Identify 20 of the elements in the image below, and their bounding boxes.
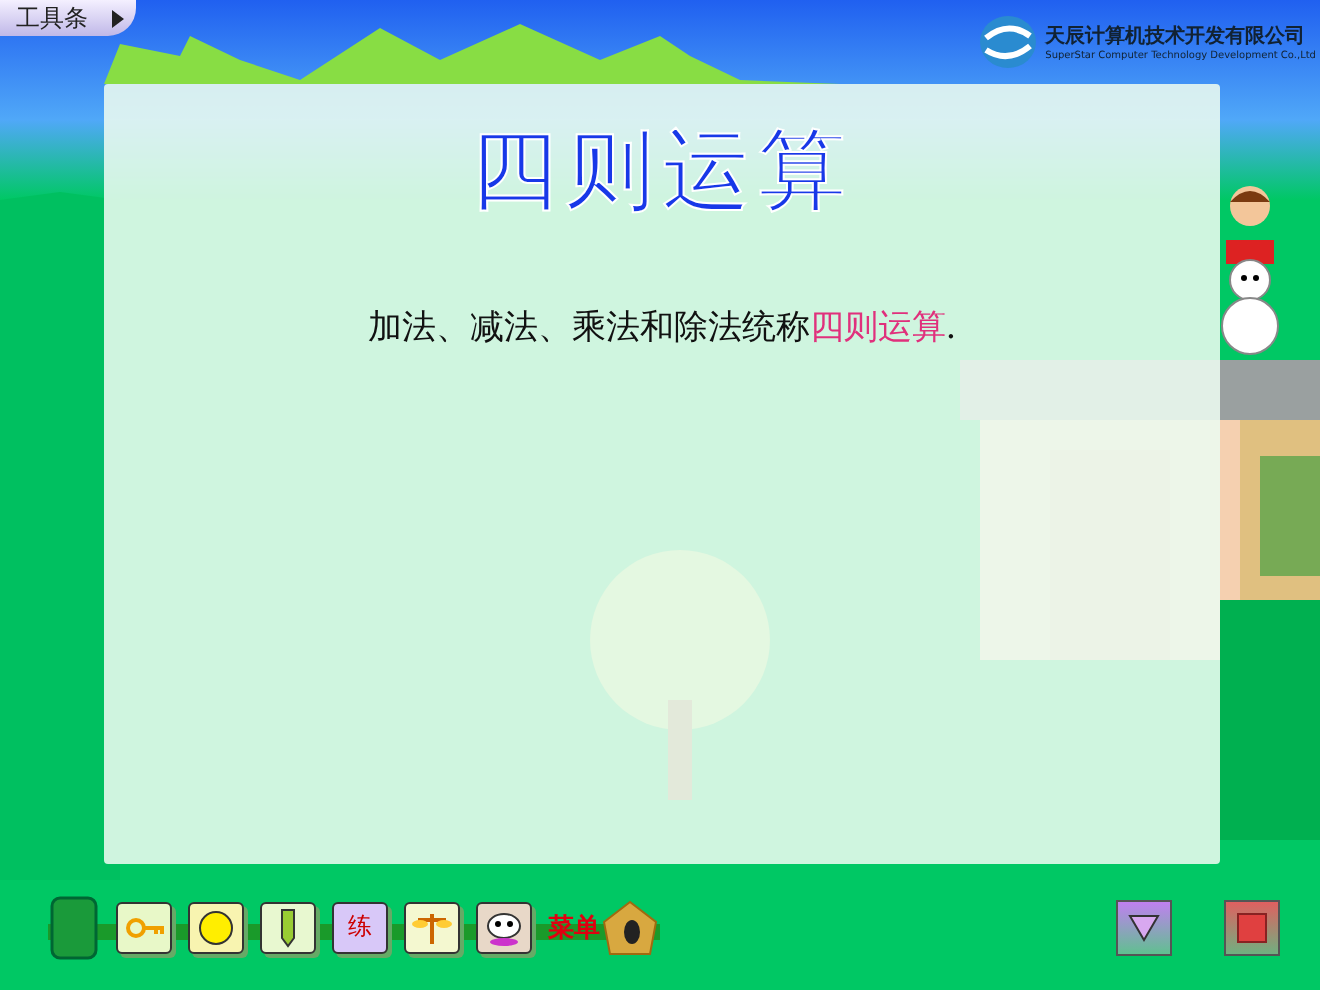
toolbar-tab[interactable]: 工具条 [0,0,136,36]
company-name: 天辰计算机技术开发有限公司 [1045,23,1308,50]
definition-sentence: 加法、减法、乘法和除法统称四则运算. [367,306,957,350]
globe-logo-icon [977,12,1038,72]
next-button[interactable] [1116,899,1172,955]
stop-button[interactable] [1224,899,1280,955]
tool-button[interactable]: 练 [332,901,388,953]
down-triangle-icon [1128,913,1160,941]
tool-button[interactable] [116,901,172,953]
tool-button[interactable] [260,901,316,953]
play-arrow-icon [112,9,124,27]
girl-head-drawing [1228,184,1272,228]
tool-button[interactable] [188,901,244,953]
square-icon [1236,911,1268,943]
snowman-drawing [1220,240,1280,356]
post-icon [48,893,100,961]
lesson-title: 四则运算 [470,118,854,226]
tool-button[interactable] [476,901,532,953]
tool-button[interactable] [404,901,460,953]
pencil-icon [280,907,296,947]
